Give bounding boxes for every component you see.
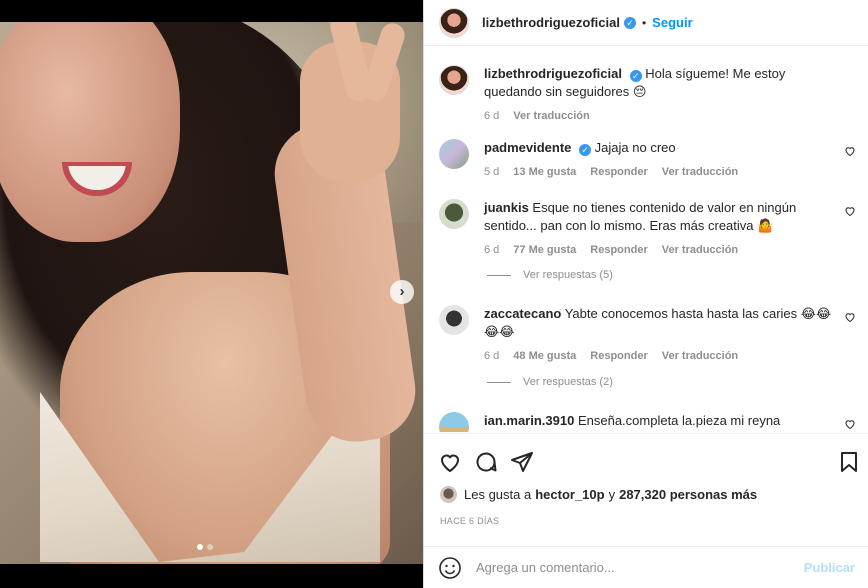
reply-button[interactable]: Responder (590, 350, 647, 362)
publish-button[interactable]: Publicar (804, 560, 855, 575)
comment-text: Esque no tienes contenido de valor en ni… (484, 200, 797, 233)
avatar[interactable] (439, 139, 469, 169)
post-panel: lizbethrodriguezoficial ✓ • Seguir lizbe… (423, 0, 868, 588)
comment-icon[interactable] (474, 450, 498, 474)
header-separator: • (641, 15, 647, 30)
heart-icon[interactable] (844, 418, 856, 430)
translate-link[interactable]: Ver traducción (513, 110, 589, 122)
carousel-indicator (197, 544, 213, 550)
avatar[interactable] (439, 412, 469, 432)
emoji-icon[interactable] (438, 556, 462, 580)
likes-summary: Les gusta a hector_10p y 287,320 persona… (440, 486, 757, 503)
comment-age: 6 d (484, 110, 500, 122)
photo-face (0, 22, 180, 242)
view-replies-button[interactable]: Ver respuestas (5) (487, 269, 613, 281)
heart-icon[interactable] (844, 205, 856, 217)
comment-input[interactable] (476, 560, 804, 575)
comment-body: zaccatecano Yabte conocemos hasta hasta … (484, 305, 839, 341)
reply-button[interactable]: Responder (590, 166, 647, 178)
replies-divider (487, 381, 511, 383)
verified-icon: ✓ (623, 16, 636, 29)
carousel-next-button[interactable]: › (390, 280, 414, 304)
post-photo[interactable] (0, 22, 423, 564)
comment-meta: 6 d 77 Me gusta Responder Ver traducción (484, 244, 864, 256)
comment-username[interactable]: ian.marin.3910 (484, 413, 574, 428)
verified-icon: ✓ (579, 144, 592, 156)
view-replies-label[interactable]: Ver respuestas (5) (523, 269, 613, 281)
comment-meta: 5 d 13 Me gusta Responder Ver traducción (484, 166, 864, 178)
comment: ian.marin.3910 Enseña.completa la.pieza … (439, 412, 864, 432)
comment-text: Enseña.completa la.pieza mi reyna (577, 413, 781, 428)
avatar[interactable] (439, 65, 469, 95)
likes-count[interactable]: 287,320 personas más (619, 487, 757, 502)
comment: padmevidente ✓ Jajaja no creo 5 d 13 Me … (439, 139, 864, 178)
post-actions (424, 433, 868, 483)
carousel-dot (207, 544, 213, 550)
post-header: lizbethrodriguezoficial ✓ • Seguir (424, 0, 868, 46)
reply-button[interactable]: Responder (590, 244, 647, 256)
post-media: › (0, 0, 423, 588)
avatar[interactable] (439, 305, 469, 335)
comment-age: 6 d (484, 350, 500, 362)
view-replies-button[interactable]: Ver respuestas (2) (487, 376, 613, 388)
comment-body: padmevidente ✓ Jajaja no creo (484, 139, 839, 157)
verified-icon: ✓ (629, 70, 642, 82)
translate-link[interactable]: Ver traducción (662, 350, 738, 362)
comment-text: Jajaja no creo (594, 140, 676, 155)
likes-middle: y (608, 487, 616, 502)
carousel-dot-active (197, 544, 203, 550)
comment-username[interactable]: juankis (484, 200, 529, 215)
comment-username[interactable]: zaccatecano (484, 306, 561, 321)
view-replies-label[interactable]: Ver respuestas (2) (523, 376, 613, 388)
author-username[interactable]: lizbethrodriguezoficial (482, 15, 620, 30)
comment-age: 6 d (484, 244, 500, 256)
likes-prefix: Les gusta a (464, 487, 532, 502)
caption: lizbethrodriguezoficial ✓ Hola sígueme! … (439, 65, 864, 122)
bookmark-icon[interactable] (837, 450, 861, 474)
avatar[interactable] (439, 199, 469, 229)
heart-icon[interactable] (844, 311, 856, 323)
heart-icon[interactable] (438, 450, 462, 474)
liker-avatar[interactable] (440, 486, 457, 503)
comment-body: juankis Esque no tienes contenido de val… (484, 199, 839, 235)
comment-username[interactable]: padmevidente (484, 140, 571, 155)
chevron-right-icon: › (399, 283, 405, 300)
comment-username[interactable]: lizbethrodriguezoficial (484, 66, 622, 81)
follow-button[interactable]: Seguir (652, 15, 692, 30)
comment-likes[interactable]: 77 Me gusta (513, 244, 576, 256)
author-avatar[interactable] (439, 7, 469, 38)
comment-meta: 6 d Ver traducción (484, 110, 864, 122)
liker-username[interactable]: hector_10p (535, 487, 604, 502)
comment: juankis Esque no tienes contenido de val… (439, 199, 864, 256)
translate-link[interactable]: Ver traducción (662, 166, 738, 178)
instagram-post-view: › lizbethrodriguezoficial ✓ • Seguir liz… (0, 0, 868, 588)
share-icon[interactable] (510, 450, 534, 474)
heart-icon[interactable] (844, 145, 856, 157)
comments-list[interactable]: lizbethrodriguezoficial ✓ Hola sígueme! … (424, 47, 868, 432)
translate-link[interactable]: Ver traducción (662, 244, 738, 256)
comment-body: lizbethrodriguezoficial ✓ Hola sígueme! … (484, 65, 839, 101)
comment: zaccatecano Yabte conocemos hasta hasta … (439, 305, 864, 362)
comment-likes[interactable]: 13 Me gusta (513, 166, 576, 178)
comment-likes[interactable]: 48 Me gusta (513, 350, 576, 362)
comment-body: ian.marin.3910 Enseña.completa la.pieza … (484, 412, 839, 430)
post-date[interactable]: HACE 6 DÍAS (440, 516, 499, 526)
comment-meta: 6 d 48 Me gusta Responder Ver traducción (484, 350, 864, 362)
comment-composer: Publicar (424, 546, 868, 588)
comment-age: 5 d (484, 166, 500, 178)
replies-divider (487, 274, 511, 276)
